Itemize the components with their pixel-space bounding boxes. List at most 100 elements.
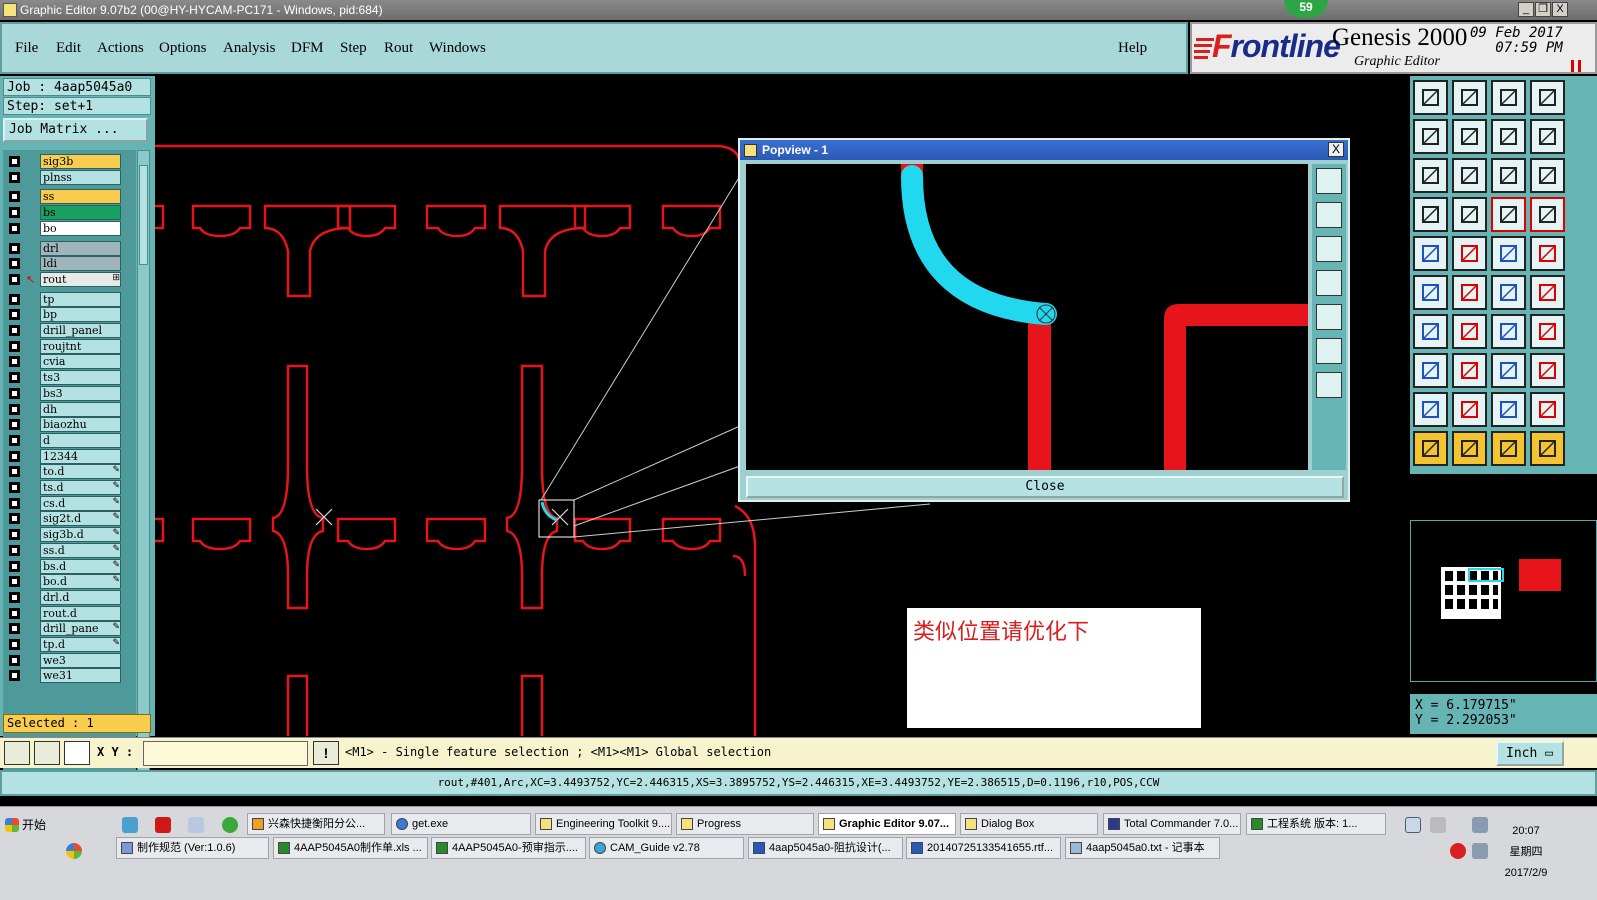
rotate-icon[interactable] [1491, 314, 1526, 349]
save-icon[interactable] [1452, 80, 1487, 115]
grid-view-icon[interactable] [1452, 197, 1487, 232]
layer-row[interactable]: ldi [3, 256, 136, 272]
popview-down-icon[interactable] [1316, 236, 1342, 262]
layer-name[interactable]: drl.d [40, 589, 121, 605]
layer-name[interactable]: rout [40, 271, 121, 287]
snap-red2-icon[interactable] [1530, 197, 1565, 232]
layer-row[interactable]: plnss [3, 169, 136, 185]
layer-row[interactable]: we31 [3, 668, 136, 684]
zoom-back-icon[interactable] [1491, 119, 1526, 154]
layer-name[interactable]: biaozhu [40, 417, 121, 433]
task-button-6[interactable]: Dialog Box [960, 813, 1098, 835]
quicklaunch-pdf-icon[interactable] [155, 817, 171, 833]
layer-name[interactable]: sig3b [40, 154, 121, 169]
measure-icon[interactable] [34, 741, 60, 765]
layer-checkbox[interactable] [9, 560, 20, 572]
layer-row[interactable]: cvia [3, 354, 136, 370]
restore-button[interactable]: ❐ [1535, 2, 1551, 17]
quicklaunch-network-icon[interactable] [122, 817, 138, 833]
menu-actions[interactable]: Actions [97, 40, 144, 57]
line-icon[interactable] [1413, 314, 1448, 349]
layer-name[interactable]: bs [40, 205, 121, 221]
layer-checkbox[interactable] [9, 670, 20, 682]
layer-checkbox[interactable] [9, 639, 20, 650]
layer-checkbox[interactable] [9, 466, 20, 478]
layer-checkbox[interactable] [9, 372, 20, 384]
layer-name[interactable]: dh [40, 401, 121, 417]
layer-checkbox[interactable] [9, 591, 20, 603]
popview-fit-icon[interactable] [1316, 168, 1342, 194]
layer-name[interactable]: ts3 [40, 370, 121, 386]
menu-options[interactable]: Options [159, 40, 207, 57]
arrow-a2-icon[interactable] [1491, 392, 1526, 427]
pan-right-icon[interactable] [1452, 119, 1487, 154]
layer-name[interactable]: tp.d [40, 637, 121, 652]
layer-checkbox[interactable] [9, 273, 20, 285]
layer-row[interactable]: drill_panel [3, 323, 136, 338]
popview-zoom-out-icon[interactable] [1316, 372, 1342, 398]
layer-checkbox[interactable] [9, 191, 20, 203]
layer-list-scrollbar[interactable] [137, 150, 150, 772]
snap-mode-icon[interactable] [4, 741, 30, 765]
menu-dfm[interactable]: DFM [291, 40, 324, 57]
zoom-fit-icon[interactable] [1413, 158, 1448, 193]
move-icon[interactable] [1491, 275, 1526, 310]
popview-left-icon[interactable] [1316, 270, 1342, 296]
layer-row[interactable]: dh [3, 401, 136, 417]
circle-icon[interactable] [1530, 236, 1565, 271]
ratio-icon[interactable] [1491, 158, 1526, 193]
layer-checkbox[interactable] [9, 529, 20, 541]
layer-checkbox[interactable] [9, 434, 20, 446]
delete-icon[interactable] [1452, 275, 1487, 310]
layer-name[interactable]: we31 [40, 668, 121, 684]
layer-checkbox[interactable] [9, 207, 20, 219]
arrow-a-icon[interactable] [1452, 392, 1487, 427]
layer-row[interactable]: sig2t.d ✎ [3, 511, 136, 527]
task-button-14[interactable]: 20140725133541655.rtf... [906, 837, 1061, 859]
layer-name[interactable]: drill_panel [40, 323, 121, 338]
layer-name[interactable]: ts.d [40, 480, 121, 495]
connect-icon[interactable] [1413, 275, 1448, 310]
start-button[interactable]: 开始 [2, 815, 54, 835]
tool-icon[interactable] [1413, 197, 1448, 232]
layer-row[interactable]: ss.d ✎ [3, 542, 136, 558]
quicklaunch-flower-icon[interactable] [66, 843, 82, 859]
layer-row[interactable]: tp [3, 291, 136, 307]
layer-checkbox[interactable] [9, 293, 20, 305]
minimize-button[interactable]: _ [1518, 2, 1534, 17]
layer-row[interactable]: sig3b.d ✎ [3, 527, 136, 543]
layer-checkbox[interactable] [9, 419, 20, 431]
layer-name[interactable]: tp [40, 291, 121, 307]
pause-icon[interactable] [1571, 60, 1581, 72]
close-window-button[interactable]: X [1552, 2, 1568, 17]
tray-arrow-icon[interactable] [1430, 817, 1446, 833]
layer-checkbox[interactable] [9, 258, 20, 270]
popview-up-icon[interactable] [1316, 202, 1342, 228]
layer-checkbox[interactable] [9, 356, 20, 368]
tray-volume-icon[interactable] [1472, 843, 1488, 859]
layer-row[interactable]: roujtnt [3, 338, 136, 354]
layer-name[interactable]: rout.d [40, 605, 121, 621]
select2-icon[interactable] [1452, 431, 1487, 466]
menu-rout[interactable]: Rout [384, 40, 413, 57]
popview-dialog[interactable]: Popview - 1 X Close [738, 138, 1350, 502]
home-top-icon[interactable] [1413, 80, 1448, 115]
layer-row[interactable]: ↖ rout ⊞ [3, 271, 136, 287]
layer-name[interactable]: drl [40, 240, 121, 256]
layer-row[interactable]: ss [3, 189, 136, 205]
menu-file[interactable]: File [15, 40, 38, 57]
task-button-11[interactable]: 4AAP5045A0-预审指示.... [431, 837, 586, 859]
layer-checkbox[interactable] [9, 544, 20, 556]
popview-title[interactable]: Popview - 1 [740, 140, 1348, 160]
layer-row[interactable]: ts3 [3, 370, 136, 386]
layer-row[interactable]: bs [3, 205, 136, 221]
job-matrix-button[interactable]: Job Matrix ... [3, 118, 148, 142]
menu-edit[interactable]: Edit [56, 40, 81, 57]
layer-name[interactable]: cvia [40, 354, 121, 370]
help-icon[interactable] [1530, 158, 1565, 193]
popview-canvas[interactable] [746, 164, 1308, 470]
task-button-3[interactable]: Engineering Toolkit 9.... [535, 813, 672, 835]
layer-name[interactable]: cs.d [40, 495, 121, 511]
layer-name[interactable]: bo.d [40, 574, 121, 590]
add-pad-icon[interactable] [1413, 236, 1448, 271]
